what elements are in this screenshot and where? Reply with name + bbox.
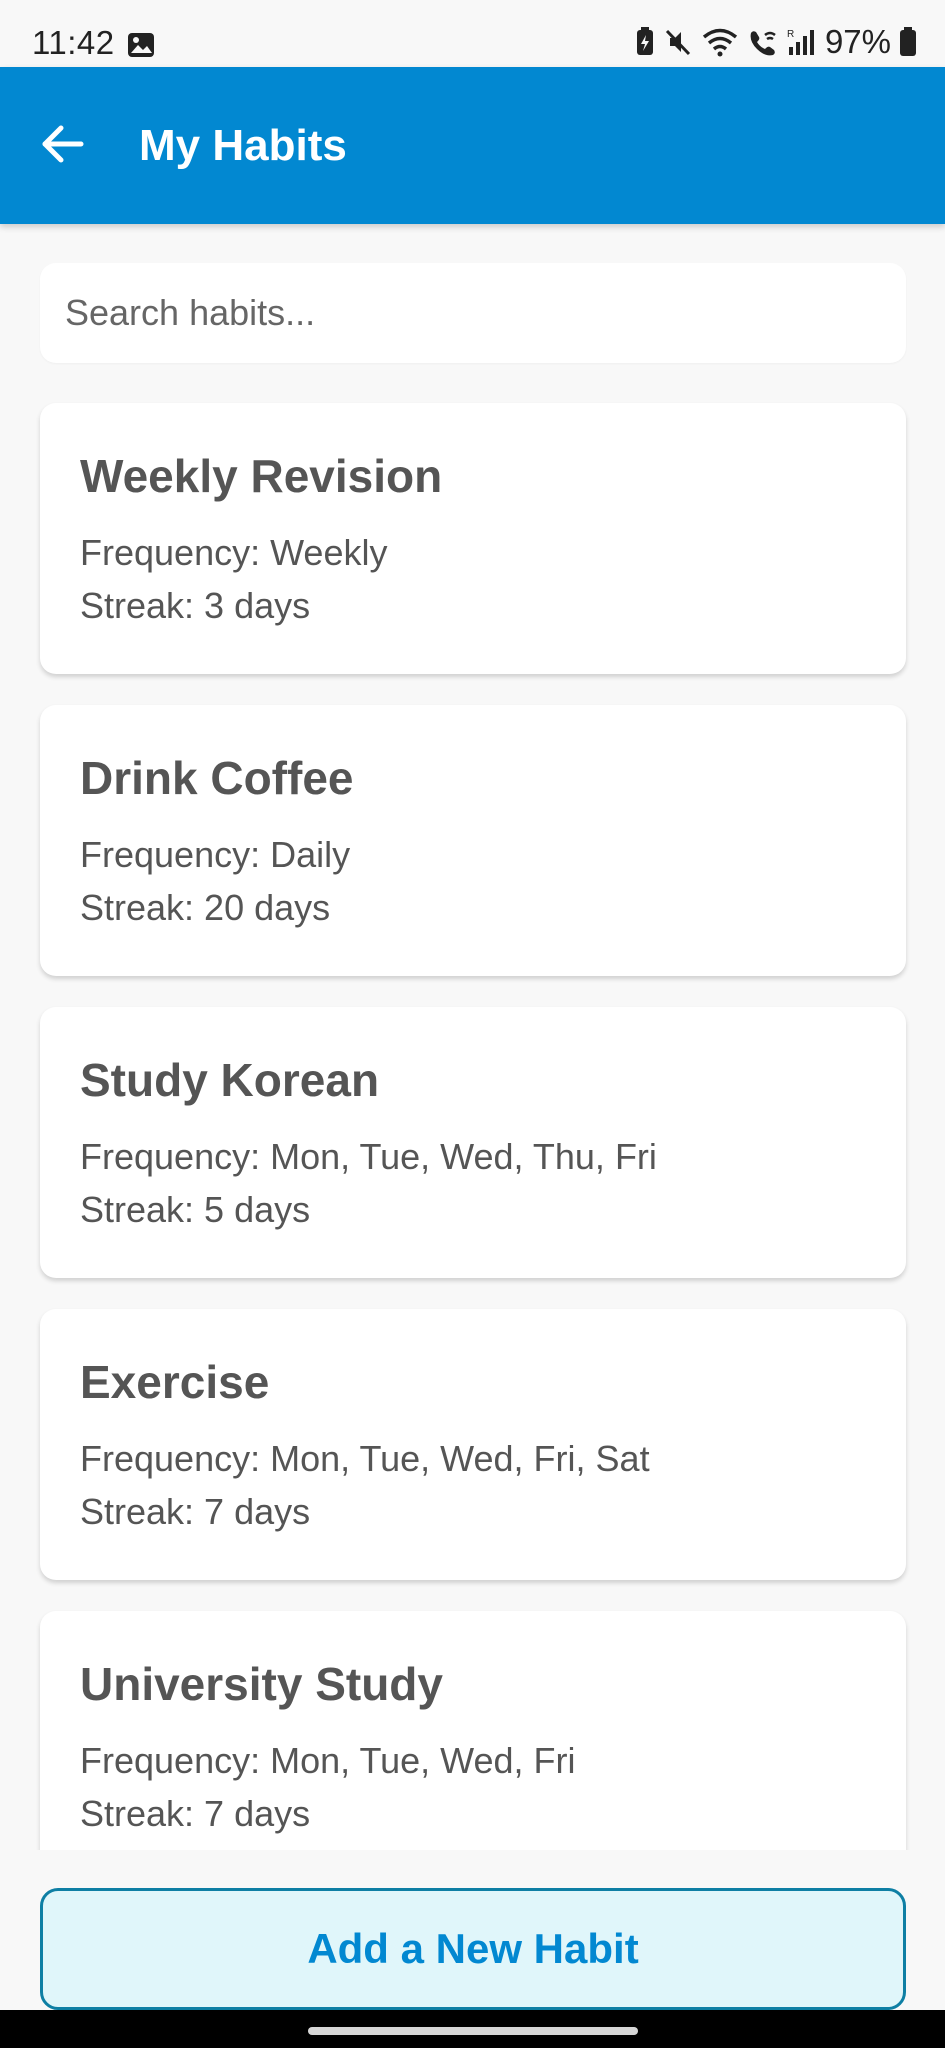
habit-name: Exercise [80, 1356, 270, 1408]
habit-streak: Streak: 20 days [80, 887, 331, 928]
habit-name: Drink Coffee [80, 752, 354, 804]
arrow-left-icon [41, 124, 85, 169]
habit-frequency: Frequency: Weekly [80, 532, 388, 573]
habit-frequency: Frequency: Mon, Tue, Wed, Thu, Fri [80, 1136, 657, 1177]
habit-card[interactable]: Drink Coffee Frequency: Daily Streak: 20… [40, 705, 906, 976]
search-input[interactable] [40, 263, 906, 363]
image-icon [127, 32, 155, 58]
page-title: My Habits [139, 121, 347, 170]
habit-streak: Streak: 3 days [80, 585, 311, 626]
search-box [40, 263, 906, 363]
habit-name: Weekly Revision [80, 450, 443, 502]
habit-frequency: Frequency: Mon, Tue, Wed, Fri [80, 1740, 576, 1781]
habit-streak: Streak: 7 days [80, 1491, 311, 1532]
habit-card[interactable]: Exercise Frequency: Mon, Tue, Wed, Fri, … [40, 1309, 906, 1580]
svg-text:R: R [787, 29, 794, 40]
status-bar: 11:42 R 97% [0, 0, 945, 67]
battery-percent: 97% [824, 23, 891, 60]
habit-name: University Study [80, 1658, 443, 1710]
habit-frequency: Frequency: Mon, Tue, Wed, Fri, Sat [80, 1438, 650, 1479]
wifi-icon [701, 27, 739, 57]
navigation-bar [0, 2010, 945, 2048]
habit-frequency: Frequency: Daily [80, 834, 351, 875]
habit-streak: Streak: 7 days [80, 1793, 311, 1834]
app-bar: My Habits [0, 67, 945, 224]
habit-card[interactable]: University Study Frequency: Mon, Tue, We… [40, 1611, 906, 1850]
habit-card[interactable]: Study Korean Frequency: Mon, Tue, Wed, T… [40, 1007, 906, 1278]
status-icons: R 97% [635, 22, 917, 62]
wifi-calling-icon [747, 27, 779, 57]
mute-icon [663, 27, 693, 57]
home-handle[interactable] [308, 2027, 638, 2035]
habit-list[interactable]: Weekly Revision Frequency: Weekly Streak… [0, 400, 945, 1850]
habit-card[interactable]: Weekly Revision Frequency: Weekly Streak… [40, 403, 906, 674]
signal-icon: R [787, 27, 815, 57]
battery-icon [899, 27, 917, 57]
status-time: 11:42 [32, 24, 115, 61]
back-button[interactable] [30, 119, 96, 173]
add-habit-button[interactable]: Add a New Habit [40, 1888, 906, 2010]
habit-streak: Streak: 5 days [80, 1189, 311, 1230]
battery-saver-icon [635, 27, 655, 57]
habit-name: Study Korean [80, 1054, 380, 1106]
